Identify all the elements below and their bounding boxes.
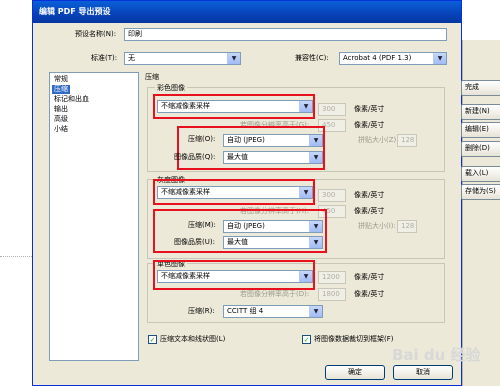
color-quality-label: 图像品质(Q):: [174, 153, 216, 161]
gray-quality-value: 最大值: [227, 238, 248, 246]
gray-sampling-value: 不缩减像素采样: [161, 188, 210, 196]
gray-compress-value: 自动 (JPEG): [227, 222, 265, 230]
pdf-preset-dialog: 编辑 PDF 导出预设 预设名称(N): 印刷 标准(T): 无 ▼ 兼容性(C…: [32, 0, 462, 386]
mono-sampling-select[interactable]: 不缩减像素采样 ▼: [157, 270, 313, 283]
chevron-down-icon: ▼: [299, 101, 312, 112]
save-as-button[interactable]: 存储为(S): [461, 184, 500, 200]
delete-button[interactable]: 删除(D): [461, 141, 500, 157]
settings-category-list: 常规 压缩 标记和出血 输出 高级 小结: [49, 72, 139, 361]
new-button[interactable]: 新建(N): [461, 104, 500, 120]
mono-above-unit: 像素/英寸: [354, 290, 385, 298]
chevron-down-icon: ▼: [309, 306, 322, 317]
load-button[interactable]: 载入(L): [461, 166, 500, 182]
gray-quality-label: 图像品质(U):: [174, 238, 215, 246]
sidebar-item-output[interactable]: 输出: [52, 105, 70, 114]
mono-above-input[interactable]: 1800: [318, 288, 346, 301]
color-quality-select[interactable]: 最大值 ▼: [223, 151, 323, 164]
gray-above-unit: 像素/英寸: [354, 207, 385, 215]
color-ppi-input[interactable]: 300: [318, 103, 346, 116]
gray-sampling-select[interactable]: 不缩减像素采样 ▼: [157, 186, 313, 199]
sidebar-item-compression[interactable]: 压缩: [52, 85, 70, 94]
mono-compress-value: CCITT 组 4: [227, 307, 264, 315]
color-above-unit: 像素/英寸: [354, 121, 385, 129]
chevron-down-icon: ▼: [309, 237, 322, 248]
chevron-down-icon: ▼: [309, 152, 322, 163]
preset-manager-pane: 完成 新建(N) 编辑(E) 删除(D) 载入(L) 存储为(S): [461, 40, 500, 386]
compress-text-checkbox[interactable]: ✓: [148, 335, 157, 344]
standard-label: 标准(T):: [91, 54, 118, 62]
crop-images-label: 将图像数据裁切到框架(F): [314, 335, 394, 343]
chevron-down-icon: ▼: [309, 221, 322, 232]
done-button[interactable]: 完成: [461, 80, 500, 96]
ok-button[interactable]: 确定: [325, 365, 385, 380]
edit-button[interactable]: 编辑(E): [461, 122, 500, 138]
sidebar-item-general[interactable]: 常规: [52, 75, 70, 84]
standard-value: 无: [128, 54, 135, 62]
color-tile-label: 拼贴大小(Z):: [358, 136, 399, 144]
color-ppi-unit: 像素/英寸: [354, 105, 385, 113]
color-compress-value: 自动 (JPEG): [227, 136, 265, 144]
divider: [0, 256, 32, 257]
gray-tile-input[interactable]: 128: [397, 220, 417, 233]
compat-select[interactable]: Acrobat 4 (PDF 1.3) ▼: [339, 52, 447, 65]
preset-name-input[interactable]: 印刷: [124, 28, 447, 41]
sidebar-item-summary[interactable]: 小结: [52, 125, 70, 134]
gray-tile-label: 拼贴大小(I):: [358, 222, 396, 230]
chevron-down-icon: ▼: [299, 271, 312, 282]
sidebar-item-advanced[interactable]: 高级: [52, 115, 70, 124]
color-compress-select[interactable]: 自动 (JPEG) ▼: [223, 134, 323, 147]
chevron-down-icon: ▼: [227, 53, 240, 64]
mono-compress-label: 压缩(R):: [188, 307, 215, 315]
compat-label: 兼容性(C):: [295, 54, 329, 62]
sidebar-item-marks-bleeds[interactable]: 标记和出血: [52, 95, 91, 104]
crop-images-checkbox[interactable]: ✓: [302, 335, 311, 344]
mono-sampling-value: 不缩减像素采样: [161, 272, 210, 280]
color-tile-input[interactable]: 128: [397, 134, 417, 147]
gray-compress-select[interactable]: 自动 (JPEG) ▼: [223, 220, 323, 233]
chevron-down-icon: ▼: [299, 187, 312, 198]
mono-compress-select[interactable]: CCITT 组 4 ▼: [223, 305, 323, 318]
watermark: Bai du 经验: [392, 346, 481, 364]
gray-compress-label: 压缩(M):: [188, 221, 216, 229]
color-compress-label: 压缩(O):: [188, 135, 216, 143]
dialog-title: 编辑 PDF 导出预设: [33, 1, 461, 23]
gray-ppi-unit: 像素/英寸: [354, 191, 385, 199]
color-sampling-value: 不缩减像素采样: [161, 102, 210, 110]
cancel-button[interactable]: 取消: [393, 365, 453, 380]
color-quality-value: 最大值: [227, 153, 248, 161]
compat-value: Acrobat 4 (PDF 1.3): [343, 54, 412, 62]
color-sampling-select[interactable]: 不缩减像素采样 ▼: [157, 100, 313, 113]
mono-above-label: 若图像分辨率高于(D):: [240, 290, 310, 298]
standard-select[interactable]: 无 ▼: [124, 52, 241, 65]
color-group-title: 彩色图像: [155, 83, 187, 93]
gray-quality-select[interactable]: 最大值 ▼: [223, 236, 323, 249]
gray-ppi-input[interactable]: 300: [318, 189, 346, 202]
chevron-down-icon: ▼: [309, 135, 322, 146]
mono-ppi-input[interactable]: 1200: [318, 271, 346, 284]
mono-ppi-unit: 像素/英寸: [354, 273, 385, 281]
compress-text-label: 压缩文本和线状图(L): [160, 335, 226, 343]
preset-name-label: 预设名称(N):: [75, 30, 117, 38]
chevron-down-icon: ▼: [433, 53, 446, 64]
